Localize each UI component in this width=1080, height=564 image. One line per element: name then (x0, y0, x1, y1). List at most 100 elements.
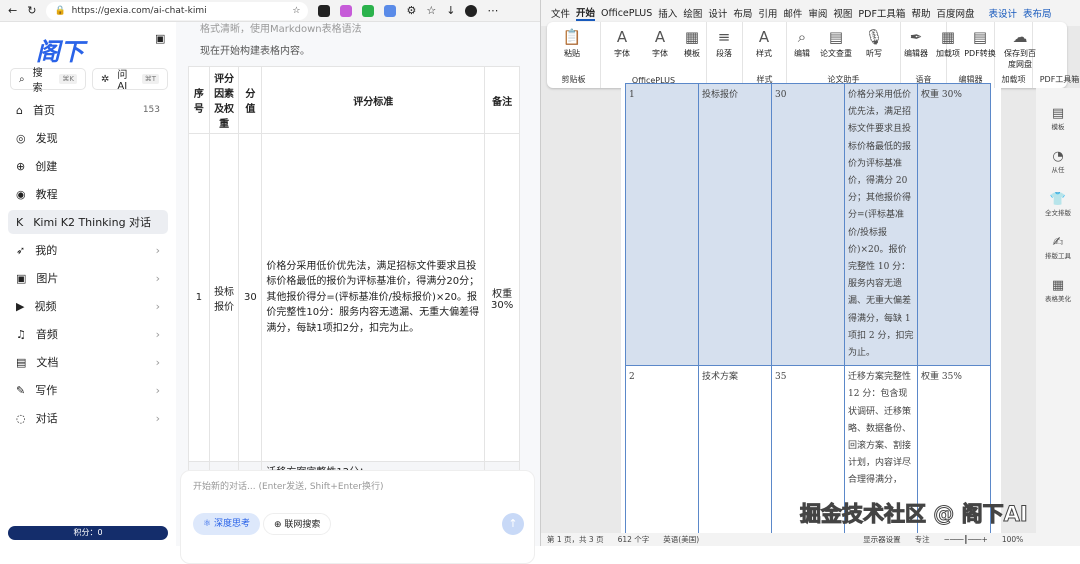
web-search-toggle[interactable]: ⊕ 联网搜索 (263, 513, 332, 535)
ribbon-tab[interactable]: OfficePLUS (601, 8, 652, 19)
ribbon-tab[interactable]: 表布局 (1023, 6, 1052, 20)
search-button[interactable]: ⌕ 搜索 ⌘K (10, 68, 86, 94)
ribbon-button[interactable]: ≡ 段落 (707, 28, 741, 59)
sidebar-item[interactable]: ◎ 发现 (8, 126, 168, 150)
tool-label: 排版工具 (1045, 252, 1071, 260)
sidebar-item[interactable]: ⊕ 创建 (8, 154, 168, 178)
ribbon-tab[interactable]: 布局 (733, 6, 752, 20)
ribbon-button[interactable]: A 样式 (747, 28, 781, 59)
ribbon-tab[interactable]: 视图 (833, 6, 852, 20)
search-icon: ⌕ (19, 73, 25, 85)
back-icon[interactable]: ← (8, 4, 17, 17)
language[interactable]: 英语(美国) (663, 534, 699, 545)
cell[interactable]: 权重 30% (917, 82, 991, 367)
side-tool[interactable]: ◔ 从任 (1036, 149, 1080, 174)
sidebar-item[interactable]: ✎ 写作 › (8, 378, 168, 402)
cell[interactable]: 1 (625, 82, 699, 367)
send-button[interactable]: ↑ (502, 513, 524, 535)
extension-icon[interactable] (340, 4, 353, 17)
document-page[interactable]: 1 投标报价 30 价格分采用低价优先法，满足招标文件要求且投标价格最低的报价为评标基… (621, 82, 1001, 537)
ribbon-tab[interactable]: 绘图 (683, 6, 702, 20)
table-header: 备注 (484, 66, 520, 134)
url-field[interactable]: 🔒 https://gexia.com/ai-chat-kimi ☆ (46, 1, 309, 20)
cell[interactable]: 投标报价 (698, 82, 772, 367)
ribbon-icon: ▤ (972, 28, 988, 46)
side-tool[interactable]: ✍ 排版工具 (1036, 235, 1080, 260)
shortcut: ⌘K (59, 74, 77, 84)
display-settings[interactable]: 显示器设置 (863, 534, 901, 545)
sidebar-item[interactable]: ⌂ 首页 153 (8, 98, 168, 122)
input-placeholder: 开始新的对话... (Enter发送, Shift+Enter换行) (193, 482, 384, 492)
cell[interactable]: 技术方案 (698, 365, 772, 537)
points-badge[interactable]: 积分：0 (8, 526, 168, 540)
chat-input[interactable]: 开始新的对话... (Enter发送, Shift+Enter换行) ⚛ 深度思… (180, 470, 535, 564)
favorites-icon[interactable]: ☆ (426, 4, 436, 17)
ribbon-tab[interactable]: PDF工具箱 (858, 6, 905, 20)
extension-icon[interactable] (362, 4, 375, 17)
zoom-slider[interactable]: −───┃───+ (944, 535, 988, 544)
ribbon-button[interactable]: ✒ 编辑器 (899, 28, 933, 59)
star-icon[interactable]: ☆ (292, 6, 300, 16)
ribbon-button[interactable]: A 字体 (643, 28, 677, 59)
sidebar-item[interactable]: ➶ 我的 › (8, 238, 168, 262)
ribbon-tab[interactable]: 百度网盘 (936, 6, 974, 20)
side-tool[interactable]: 👕 全文排版 (1036, 192, 1080, 217)
cell: 1 (188, 133, 210, 462)
ribbon-tab[interactable]: 帮助 (911, 6, 930, 20)
reload-icon[interactable]: ↻ (27, 4, 36, 17)
download-icon[interactable]: ↓ (446, 4, 455, 17)
sidebar-item[interactable]: K Kimi K2 Thinking 对话 (8, 210, 168, 234)
button-label: 样式 (756, 49, 772, 58)
count: 153 (142, 105, 160, 115)
focus-button[interactable]: 专注 (915, 534, 930, 545)
ask-ai-button[interactable]: ✲ 问AI ⌘T (92, 68, 168, 92)
profile-avatar[interactable] (465, 4, 478, 17)
ribbon-button[interactable]: ▤ 论文查重 (819, 28, 853, 59)
sidebar-item[interactable]: ▶ 视频 › (8, 294, 168, 318)
page-count[interactable]: 第 1 页，共 3 页 (547, 534, 604, 545)
ribbon-button[interactable]: ☁ 保存到百度网盘 (1003, 28, 1037, 70)
collapse-sidebar-icon[interactable]: ▣ (155, 32, 165, 45)
zoom-level[interactable]: 100% (1002, 535, 1023, 544)
cell[interactable]: 2 (625, 365, 699, 537)
ribbon-tab[interactable]: 插入 (658, 6, 677, 20)
cell: 投标报价 (208, 133, 240, 462)
ribbon-tab[interactable]: 引用 (758, 6, 777, 20)
ribbon-button[interactable]: 🎙 听写 (857, 28, 891, 59)
table-header: 分值 (238, 66, 263, 134)
button-label: 论文查重 (820, 49, 852, 58)
word-count[interactable]: 612 个字 (618, 534, 650, 545)
cell[interactable]: 30 (771, 82, 845, 367)
sidebar-item[interactable]: ▣ 图片 › (8, 266, 168, 290)
ribbon-tab[interactable]: 审阅 (808, 6, 827, 20)
side-tool[interactable]: ▦ 表格美化 (1036, 278, 1080, 303)
sidebar-item[interactable]: ◉ 教程 (8, 182, 168, 206)
sidebar-item[interactable]: ▤ 文档 › (8, 350, 168, 374)
deep-think-toggle[interactable]: ⚛ 深度思考 (193, 513, 260, 535)
sidebar-item[interactable]: ◌ 对话 › (8, 406, 168, 430)
ribbon-tab[interactable]: 设计 (708, 6, 727, 20)
chevron-right-icon: › (155, 299, 160, 313)
ribbon-tab[interactable]: 表设计 (988, 6, 1017, 20)
chevron-right-icon: › (155, 355, 160, 369)
ribbon-tab[interactable]: 邮件 (783, 6, 802, 20)
ribbon-icon: A (758, 28, 770, 46)
ribbon-button[interactable]: ▦ 加载项 (931, 28, 965, 59)
side-tool[interactable]: ▤ 模板 (1036, 106, 1080, 131)
cell[interactable]: 价格分采用低价优先法，满足招标文件要求且投标价格最低的报价为评标基准价，得满分 … (844, 82, 918, 367)
extension-icon[interactable] (384, 4, 397, 17)
sidebar: 阁下 ▣ ⌕ 搜索 ⌘K ✲ 问AI ⌘T ⌂ 首页 153 ◎ 发现 ⊕ 创建 ◉ 教程 K Kimi K… (0, 22, 176, 546)
ribbon-tab[interactable]: 文件 (551, 6, 570, 20)
ribbon-button[interactable]: 📋 粘贴 (555, 28, 589, 59)
more-icon[interactable]: ⋯ (487, 4, 498, 17)
extension-icon[interactable] (318, 4, 331, 17)
nav-icon: ⌂ (16, 103, 23, 117)
extensions-icon[interactable]: ⚙ (406, 4, 416, 17)
ribbon-button[interactable]: ▦ 模板 (675, 28, 709, 59)
ribbon-tab[interactable]: 开始 (576, 5, 596, 21)
ribbon-button[interactable]: ▤ PDF转换 (963, 28, 997, 59)
sidebar-item[interactable]: ♫ 音频 › (8, 322, 168, 346)
ribbon-button[interactable]: ⌕ 编辑 (785, 28, 819, 59)
ribbon-button[interactable]: A 字体 (605, 28, 639, 59)
nav-icon: ➶ (16, 243, 26, 257)
